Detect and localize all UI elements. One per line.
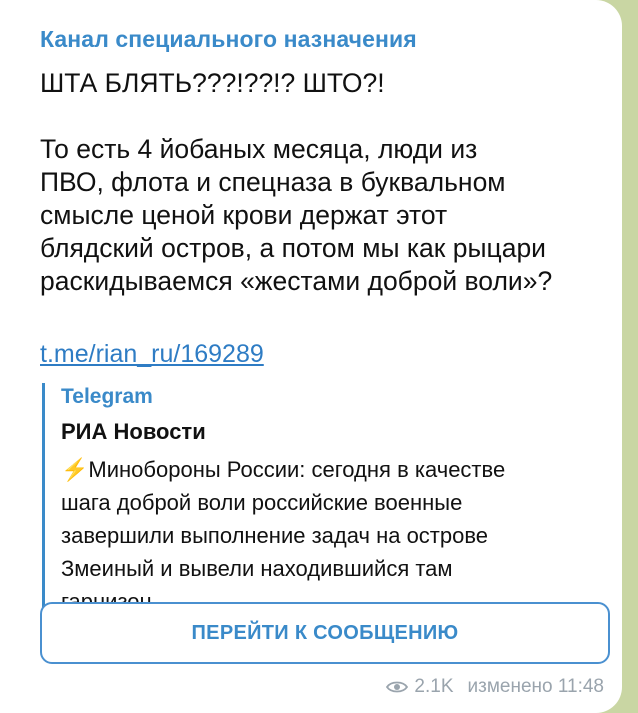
preview-title: РИА Новости xyxy=(61,419,206,444)
preview-site-name: Telegram xyxy=(61,385,153,408)
go-to-message-button[interactable]: ПЕРЕЙТИ К СООБЩЕНИЮ xyxy=(40,602,610,664)
link-preview[interactable]: Telegram РИА Новости ⚡Минобороны России:… xyxy=(42,383,594,618)
preview-description-text: Минобороны России: сегодня в качестве ша… xyxy=(61,457,506,614)
preview-description: ⚡Минобороны России: сегодня в качестве ш… xyxy=(61,453,594,618)
eye-icon xyxy=(386,681,409,693)
view-count: 2.1K xyxy=(414,676,454,697)
lightning-icon: ⚡ xyxy=(61,457,89,482)
edited-time: изменено 11:48 xyxy=(467,676,605,697)
message-meta: 2.1K изменено 11:48 xyxy=(386,676,604,698)
message-text: ШТА БЛЯТЬ???!??!? ШТО?! То есть 4 йобаны… xyxy=(40,68,553,296)
channel-name[interactable]: Канал специального назначения xyxy=(40,26,594,53)
message-link[interactable]: t.me/rian_ru/169289 xyxy=(40,340,264,369)
